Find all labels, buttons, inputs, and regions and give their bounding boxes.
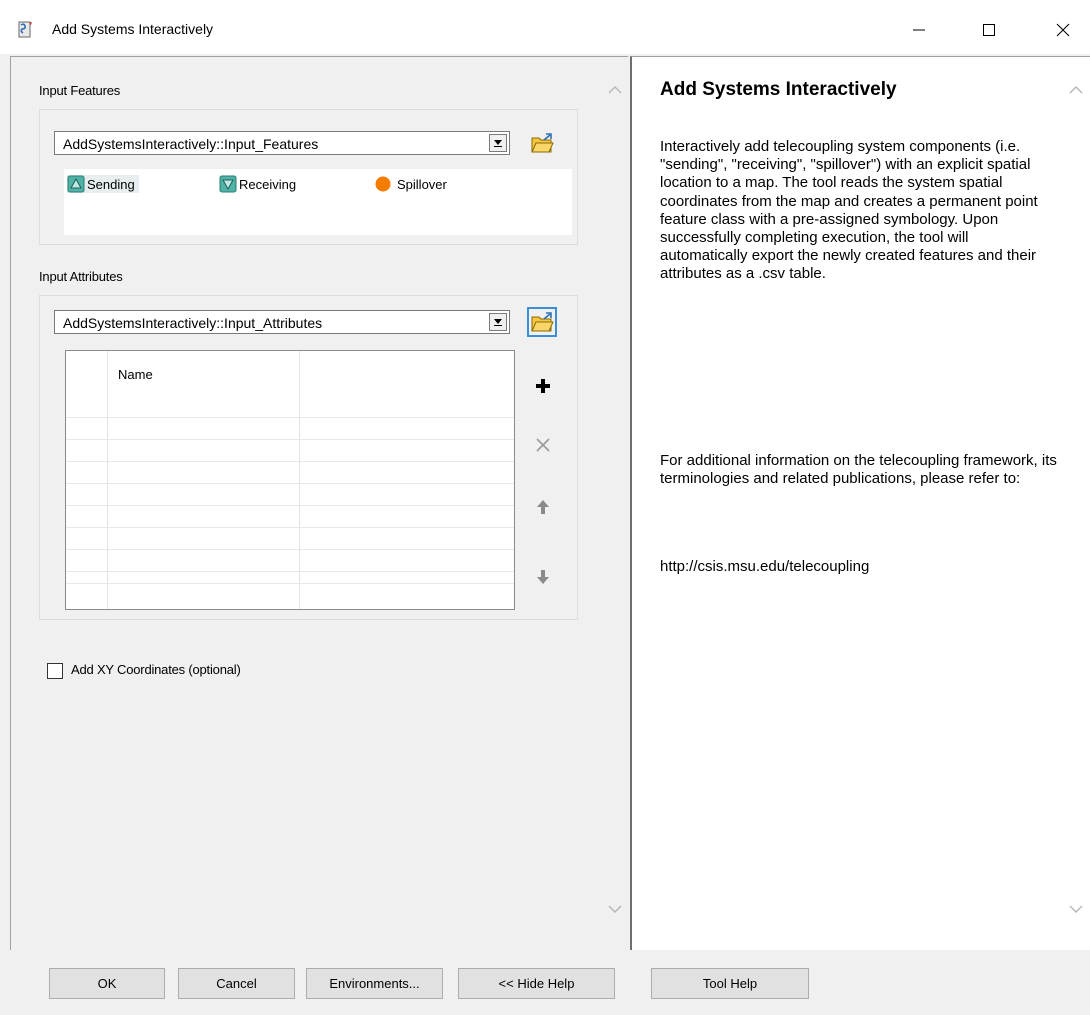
title-bar: Add Systems Interactively bbox=[0, 0, 1090, 54]
help-scrollbar[interactable] bbox=[1064, 57, 1088, 951]
sending-triangle-icon bbox=[67, 175, 85, 193]
table-row[interactable] bbox=[66, 571, 514, 572]
chevron-up-icon[interactable] bbox=[1068, 83, 1084, 95]
folder-open-icon bbox=[531, 133, 554, 153]
chevron-up-icon[interactable] bbox=[607, 83, 623, 95]
dropdown-arrow-button[interactable] bbox=[489, 313, 507, 331]
parameters-scrollbar[interactable] bbox=[603, 57, 629, 951]
tool-help-button[interactable]: Tool Help bbox=[651, 968, 809, 999]
tool-dialog-window: Add Systems Interactively Input Features… bbox=[0, 0, 1090, 1015]
symbol-sending[interactable]: Sending bbox=[67, 175, 139, 193]
add-xy-label[interactable]: Add XY Coordinates (optional) bbox=[71, 662, 241, 677]
close-icon bbox=[1056, 23, 1070, 37]
table-row[interactable] bbox=[66, 527, 514, 528]
input-features-value: AddSystemsInteractively::Input_Features bbox=[63, 136, 319, 152]
hide-help-button[interactable]: << Hide Help bbox=[458, 968, 615, 999]
maximize-icon bbox=[983, 24, 995, 36]
browse-features-button[interactable] bbox=[529, 130, 555, 156]
input-features-label: Input Features bbox=[39, 83, 121, 98]
symbol-sending-label: Sending bbox=[87, 176, 135, 192]
help-description: Interactively add telecoupling system co… bbox=[660, 138, 1038, 283]
add-xy-checkbox[interactable] bbox=[47, 663, 63, 679]
input-features-combo[interactable]: AddSystemsInteractively::Input_Features bbox=[54, 131, 510, 155]
move-up-button[interactable] bbox=[529, 493, 557, 521]
feature-symbology-list: Sending Receiving Spillover bbox=[64, 169, 572, 235]
cancel-button[interactable]: Cancel bbox=[178, 968, 295, 999]
symbol-spillover-label: Spillover bbox=[397, 176, 447, 192]
delete-row-button[interactable] bbox=[529, 431, 557, 459]
window-title: Add Systems Interactively bbox=[52, 21, 214, 37]
environments-button[interactable]: Environments... bbox=[306, 968, 443, 999]
table-row[interactable] bbox=[66, 417, 514, 418]
table-row[interactable] bbox=[66, 583, 514, 584]
close-button[interactable] bbox=[1040, 14, 1086, 46]
table-row[interactable] bbox=[66, 549, 514, 550]
table-row[interactable] bbox=[66, 439, 514, 440]
browse-attributes-button[interactable] bbox=[527, 307, 557, 337]
dropdown-arrow-button[interactable] bbox=[489, 134, 507, 152]
add-row-button[interactable] bbox=[529, 372, 557, 400]
help-title: Add Systems Interactively bbox=[660, 79, 897, 100]
attributes-table[interactable]: Name bbox=[65, 350, 515, 610]
table-row[interactable] bbox=[66, 483, 514, 484]
maximize-button[interactable] bbox=[966, 14, 1012, 46]
receiving-triangle-icon bbox=[219, 175, 237, 193]
arrow-up-icon bbox=[537, 500, 549, 514]
table-row[interactable] bbox=[66, 461, 514, 462]
symbol-receiving[interactable]: Receiving bbox=[219, 175, 296, 193]
input-attributes-label: Input Attributes bbox=[39, 269, 123, 284]
chevron-down-icon bbox=[494, 140, 502, 147]
chevron-down-icon[interactable] bbox=[1068, 903, 1084, 915]
input-attributes-value: AddSystemsInteractively::Input_Attribute… bbox=[63, 315, 323, 331]
folder-open-icon bbox=[531, 312, 554, 332]
parameters-pane: Input Features AddSystemsInteractively::… bbox=[10, 56, 628, 950]
minimize-button[interactable] bbox=[896, 14, 942, 46]
move-down-button[interactable] bbox=[529, 563, 557, 591]
table-row[interactable] bbox=[66, 505, 514, 506]
symbol-spillover[interactable]: Spillover bbox=[374, 175, 447, 193]
input-attributes-combo[interactable]: AddSystemsInteractively::Input_Attribute… bbox=[54, 310, 510, 334]
symbol-receiving-label: Receiving bbox=[239, 176, 297, 192]
column-header-name[interactable]: Name bbox=[118, 367, 153, 382]
chevron-down-icon[interactable] bbox=[607, 903, 623, 915]
help-pane: Add Systems Interactively Interactively … bbox=[630, 56, 1090, 950]
minimize-icon bbox=[913, 29, 925, 31]
arrow-down-icon bbox=[537, 570, 549, 584]
spillover-circle-icon bbox=[375, 176, 391, 192]
plus-icon bbox=[536, 379, 550, 393]
delete-x-icon bbox=[536, 438, 550, 452]
help-url-link[interactable]: http://csis.msu.edu/telecoupling bbox=[660, 558, 869, 575]
tool-script-icon bbox=[18, 21, 32, 38]
chevron-down-icon bbox=[494, 319, 502, 326]
help-additional-info: For additional information on the teleco… bbox=[660, 452, 1057, 488]
ok-button[interactable]: OK bbox=[49, 968, 165, 999]
